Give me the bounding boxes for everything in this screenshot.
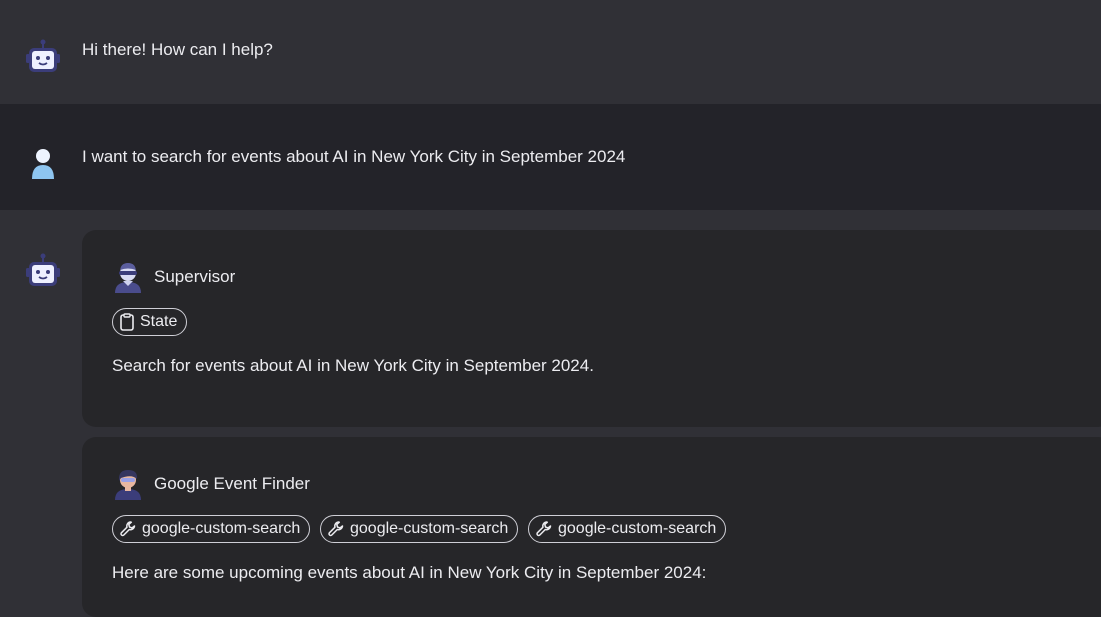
supervisor-step-card: Supervisor State Search for events about… (82, 230, 1101, 427)
user-message-text: I want to search for events about AI in … (82, 147, 626, 166)
tool-chip-google-custom-search[interactable]: google-custom-search (528, 515, 727, 543)
agent-name: Supervisor (154, 267, 236, 286)
tool-chip-google-custom-search[interactable]: google-custom-search (112, 515, 311, 543)
step-text: Here are some upcoming events about AI i… (112, 563, 707, 582)
step-text: Search for events about AI in New York C… (112, 356, 594, 375)
bot-message-row: Hi there! How can I help? (0, 0, 1101, 104)
bot-greeting-text: Hi there! How can I help? (82, 40, 273, 59)
agent-header: Google Event Finder (112, 468, 310, 500)
wrench-icon (328, 521, 344, 537)
user-message-row: I want to search for events about AI in … (0, 104, 1101, 210)
event-finder-step-card: Google Event Finder google-custom-search… (82, 437, 1101, 617)
robot-icon (24, 252, 62, 290)
tool-chip-google-custom-search[interactable]: google-custom-search (320, 515, 519, 543)
robot-icon (24, 38, 62, 76)
state-chip[interactable]: State (112, 308, 188, 336)
chip-label: google-custom-search (350, 520, 509, 537)
chip-label: google-custom-search (142, 520, 301, 537)
chip-label: google-custom-search (558, 520, 717, 537)
person-icon (24, 146, 62, 184)
agent-header: Supervisor (112, 261, 235, 293)
supervisor-avatar (112, 261, 144, 293)
chip-label: State (140, 313, 178, 330)
event-finder-avatar (112, 468, 144, 500)
wrench-icon (536, 521, 552, 537)
agent-name: Google Event Finder (154, 474, 310, 493)
wrench-icon (120, 521, 136, 537)
clipboard-icon (120, 313, 134, 331)
